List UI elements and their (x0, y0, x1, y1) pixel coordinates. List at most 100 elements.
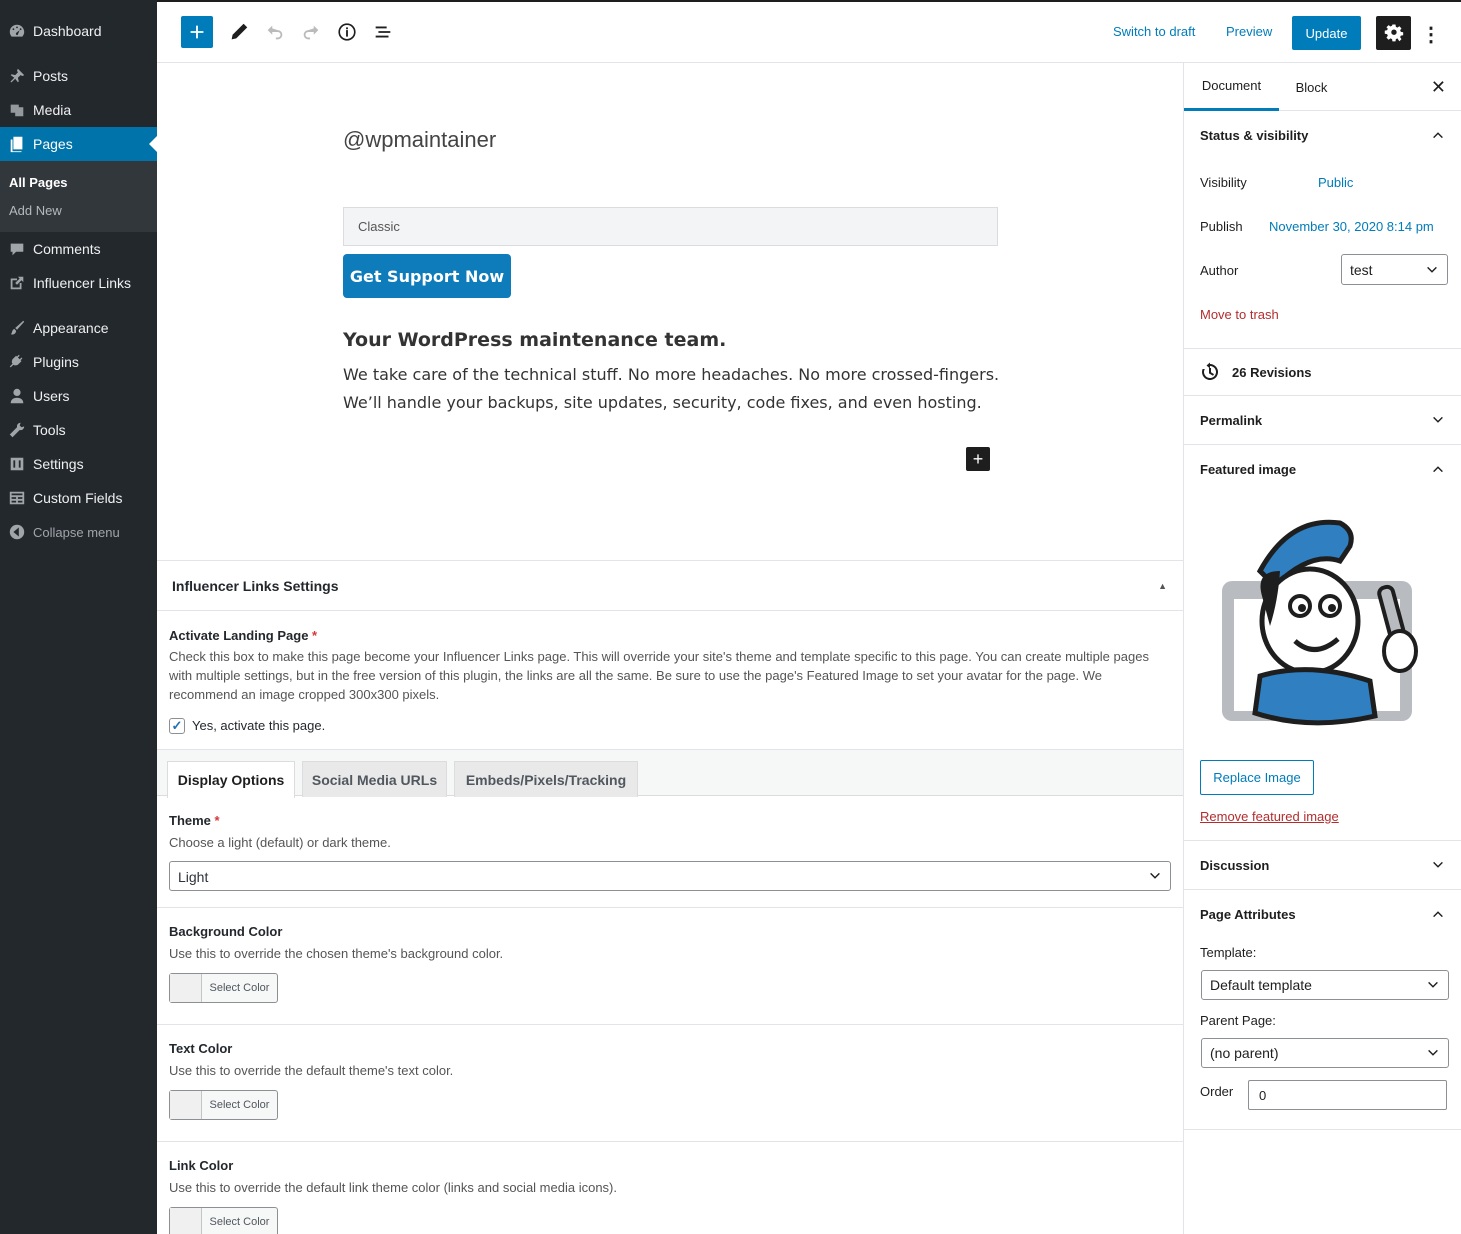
menu-label: Appearance (33, 320, 109, 336)
close-icon[interactable]: ✕ (1431, 77, 1446, 98)
mascot-illustration (1222, 519, 1418, 726)
chevron-up-icon[interactable] (1431, 462, 1445, 476)
link-color-picker-button[interactable]: Select Color (169, 1207, 278, 1234)
metabox-header[interactable]: Influencer Links Settings ▲ (157, 561, 1183, 611)
menu-item-dashboard[interactable]: Dashboard (0, 14, 157, 48)
comment-icon (0, 240, 33, 258)
template-label: Template: (1200, 945, 1257, 960)
visibility-label: Visibility (1200, 175, 1247, 190)
get-support-button-block[interactable]: Get Support Now (343, 254, 511, 298)
template-value: Default template (1210, 977, 1312, 993)
tab-block[interactable]: Block (1279, 63, 1344, 111)
redo-button[interactable] (299, 16, 323, 48)
gear-icon (1384, 24, 1403, 42)
featured-image[interactable] (1200, 501, 1448, 749)
add-block-button[interactable] (181, 16, 213, 48)
chevron-down-icon (1427, 266, 1437, 273)
paragraph-block[interactable]: We take care of the technical stuff. No … (343, 361, 1003, 417)
inline-add-block-button[interactable]: + (966, 447, 990, 471)
menu-item-posts[interactable]: Posts (0, 59, 157, 93)
editor-canvas: @wpmaintainer Classic Get Support Now Yo… (157, 63, 1183, 560)
menu-label: Comments (33, 241, 101, 257)
permalink-title[interactable]: Permalink (1200, 413, 1262, 428)
publish-date[interactable]: November 30, 2020 8:14 pm (1269, 219, 1434, 234)
menu-item-appearance[interactable]: Appearance (0, 311, 157, 345)
tab-social-media-urls[interactable]: Social Media URLs (302, 761, 447, 797)
remove-featured-image-link[interactable]: Remove featured image (1200, 809, 1339, 824)
switch-to-draft-button[interactable]: Switch to draft (1113, 24, 1195, 39)
menu-item-settings[interactable]: Settings (0, 447, 157, 481)
post-title[interactable]: @wpmaintainer (343, 127, 496, 153)
submenu-add-new[interactable]: Add New (9, 203, 62, 218)
menu-label: Dashboard (33, 23, 102, 39)
collapse-label: Collapse menu (33, 524, 120, 540)
tab-display-options[interactable]: Display Options (167, 761, 295, 798)
parent-page-select[interactable]: (no parent) (1201, 1038, 1449, 1068)
select-color-label: Select Color (209, 1216, 270, 1228)
tab-embeds-pixels-tracking[interactable]: Embeds/Pixels/Tracking (454, 761, 638, 797)
tab-document[interactable]: Document (1184, 63, 1279, 111)
visibility-value[interactable]: Public (1318, 175, 1353, 190)
info-icon (338, 23, 356, 41)
undo-button[interactable] (263, 16, 287, 48)
theme-select[interactable]: Light (169, 861, 1171, 891)
revisions-link[interactable]: 26 Revisions (1232, 365, 1312, 380)
block-editor-screen: Dashboard Posts Media Pages All Pages Ad… (0, 0, 1461, 1234)
collapse-menu-button[interactable]: Collapse menu (0, 515, 157, 549)
collapse-icon (0, 523, 33, 541)
menu-label: Custom Fields (33, 490, 123, 506)
menu-item-media[interactable]: Media (0, 93, 157, 127)
theme-label: Theme * (169, 813, 220, 828)
menu-item-tools[interactable]: Tools (0, 413, 157, 447)
move-to-trash-link[interactable]: Move to trash (1200, 307, 1279, 322)
collapse-arrow-icon[interactable]: ▲ (1158, 581, 1167, 591)
divider (157, 1024, 1183, 1025)
update-button[interactable]: Update (1292, 16, 1361, 50)
chevron-up-icon[interactable] (1431, 907, 1445, 921)
pencil-icon (231, 23, 248, 40)
checkmark-icon: ✓ (171, 718, 183, 733)
menu-item-custom-fields[interactable]: Custom Fields (0, 481, 157, 515)
menu-label: Plugins (33, 354, 79, 370)
template-select[interactable]: Default template (1201, 970, 1449, 1000)
parent-page-label: Parent Page: (1200, 1013, 1276, 1028)
submenu-all-pages[interactable]: All Pages (9, 175, 68, 190)
theme-select-value: Light (178, 869, 209, 885)
menu-item-plugins[interactable]: Plugins (0, 345, 157, 379)
menu-item-pages[interactable]: Pages (0, 127, 157, 161)
menu-item-influencer-links[interactable]: Influencer Links (0, 266, 157, 300)
edit-tool-button[interactable] (227, 16, 251, 48)
revisions-icon (1202, 362, 1219, 380)
order-input[interactable]: 0 (1248, 1080, 1447, 1110)
undo-icon (267, 25, 283, 40)
menu-label: Influencer Links (33, 275, 132, 291)
page-attributes-title[interactable]: Page Attributes (1200, 907, 1296, 922)
menu-label: Media (33, 102, 72, 118)
menu-item-comments[interactable]: Comments (0, 232, 157, 266)
more-options-button[interactable]: ⋮ (1421, 20, 1441, 48)
settings-button[interactable] (1376, 16, 1411, 50)
preview-button[interactable]: Preview (1226, 24, 1272, 39)
color-swatch (170, 1208, 202, 1234)
status-visibility-title[interactable]: Status & visibility (1200, 128, 1308, 143)
info-button[interactable] (335, 16, 359, 48)
discussion-title[interactable]: Discussion (1200, 858, 1269, 873)
activate-checkbox[interactable]: ✓ (169, 718, 185, 734)
text-color-label: Text Color (169, 1041, 233, 1056)
chevron-down-icon[interactable] (1431, 413, 1445, 427)
author-select[interactable]: test (1341, 254, 1448, 285)
activate-checkbox-label[interactable]: Yes, activate this page. (192, 718, 325, 733)
redo-icon (303, 25, 319, 40)
classic-block[interactable]: Classic (343, 207, 998, 246)
chevron-down-icon[interactable] (1431, 858, 1445, 872)
featured-image-title[interactable]: Featured image (1200, 462, 1296, 477)
menu-item-users[interactable]: Users (0, 379, 157, 413)
link-color-label: Link Color (169, 1158, 234, 1173)
heading-block[interactable]: Your WordPress maintenance team. (343, 329, 726, 351)
text-color-picker-button[interactable]: Select Color (169, 1090, 278, 1120)
list-view-button[interactable] (371, 16, 395, 48)
parent-page-value: (no parent) (1210, 1045, 1279, 1061)
bg-color-picker-button[interactable]: Select Color (169, 973, 278, 1003)
chevron-up-icon[interactable] (1431, 128, 1445, 142)
replace-image-button[interactable]: Replace Image (1200, 760, 1314, 795)
